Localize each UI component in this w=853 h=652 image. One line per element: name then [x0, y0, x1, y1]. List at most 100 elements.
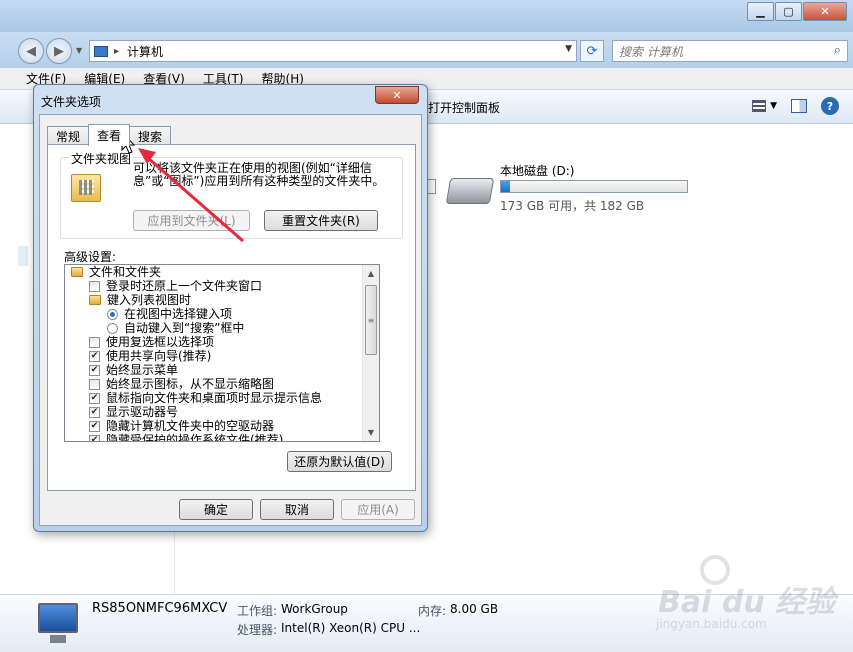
hard-drive-icon	[445, 178, 495, 204]
settings-item[interactable]: 在视图中选择键入项	[65, 307, 363, 321]
settings-item[interactable]: 使用复选框以选择项	[65, 335, 363, 349]
folder-view-icon	[71, 174, 101, 202]
checkbox[interactable]	[89, 378, 100, 390]
apply-to-folders-button[interactable]: 应用到文件夹(L)	[133, 210, 250, 231]
dialog-title: 文件夹选项	[41, 95, 102, 109]
folder-icon	[89, 295, 101, 305]
drive-c-progress-partial	[428, 179, 436, 194]
radio-button[interactable]	[107, 308, 118, 320]
view-options-chevron-icon[interactable]: ▼	[770, 101, 777, 111]
settings-item-label: 登录时还原上一个文件夹窗口	[106, 279, 263, 293]
computer-monitor-icon	[38, 603, 78, 643]
refresh-button[interactable]: ⟳	[580, 40, 604, 62]
settings-item[interactable]: 自动键入到“搜索”框中	[65, 321, 363, 335]
forward-button[interactable]: ▶	[46, 38, 72, 64]
address-input[interactable]: ▸ 计算机 ▼	[89, 40, 577, 62]
refresh-icon: ⟳	[586, 43, 598, 59]
checkbox[interactable]: ✔	[89, 350, 100, 362]
advanced-settings-items: 文件和文件夹 登录时还原上一个文件夹窗口 键入列表视图时 在视图中选择键入项 自动键入到…	[65, 265, 363, 442]
settings-item-label: 始终显示菜单	[106, 363, 179, 377]
tab-general[interactable]: 常规	[47, 126, 90, 145]
window-controls: ▁ ▢ ✕	[746, 2, 847, 21]
reset-folders-button[interactable]: 重置文件夹(R)	[264, 210, 378, 231]
close-icon: ✕	[392, 88, 402, 102]
restore-defaults-button[interactable]: 还原为默认值(D)	[287, 451, 392, 472]
settings-item-label: 自动键入到“搜索”框中	[124, 321, 245, 335]
drive-usage-fill	[501, 181, 511, 192]
folder-views-description: 可以将该文件夹正在使用的视图(例如“详细信息”或“图标”)应用到所有这种类型的文…	[133, 161, 385, 188]
folder-options-dialog: 文件夹选项 ✕ 常规 查看 搜索 文件夹视图 可以将该文件夹正在使用的视图(例如…	[33, 84, 428, 532]
checkbox[interactable]: ✔	[89, 434, 100, 441]
baidu-watermark: Bai du 经验 jingyan.baidu.com	[640, 555, 840, 635]
drive-name: 本地磁盘 (D:)	[500, 164, 575, 178]
computer-icon	[94, 45, 108, 57]
view-tab-panel: 文件夹视图 可以将该文件夹正在使用的视图(例如“详细信息”或“图标”)应用到所有…	[47, 144, 416, 491]
settings-item-label: 始终显示图标，从不显示缩略图	[106, 377, 275, 391]
search-placeholder: 搜索 计算机	[619, 44, 683, 59]
back-button[interactable]: ◀	[18, 38, 44, 64]
tab-search[interactable]: 搜索	[129, 126, 172, 145]
tab-view[interactable]: 查看	[88, 124, 131, 146]
settings-item-label: 键入列表视图时	[107, 293, 192, 307]
settings-item[interactable]: 登录时还原上一个文件夹窗口	[65, 279, 363, 293]
search-input[interactable]: 搜索 计算机 ⌕	[612, 40, 848, 62]
memory-label: 内存:	[418, 604, 447, 618]
settings-item[interactable]: ✔ 鼠标指向文件夹和桌面项时显示提示信息	[65, 391, 363, 405]
address-bar-area: ◀ ▶ ▼ ▸ 计算机 ▼ ⟳ 搜索 计算机 ⌕	[0, 32, 853, 68]
breadcrumb-computer[interactable]: 计算机	[127, 43, 163, 60]
watermark-site: jingyan.baidu.com	[656, 617, 767, 631]
settings-item[interactable]: ✔ 隐藏受保护的操作系统文件(推荐)	[65, 433, 363, 442]
vertical-scrollbar[interactable]: ▲ ≡ ▼	[362, 265, 379, 441]
drive-free-space: 173 GB 可用，共 182 GB	[500, 199, 645, 213]
settings-item: 键入列表视图时	[65, 293, 363, 307]
settings-item-label: 使用共享向导(推荐)	[106, 349, 212, 363]
scroll-thumb[interactable]: ≡	[365, 285, 377, 355]
window-titlebar: ▁ ▢ ✕	[0, 0, 853, 32]
minimize-button[interactable]: ▁	[747, 2, 774, 21]
watermark-brand: Bai du 经验	[658, 585, 836, 620]
checkbox[interactable]	[89, 280, 100, 292]
cpu-value: Intel(R) Xeon(R) CPU ...	[281, 621, 421, 635]
workgroup-value: WorkGroup	[281, 602, 348, 616]
checkbox[interactable]	[89, 336, 100, 348]
cpu-label: 处理器:	[237, 623, 278, 637]
ok-button[interactable]: 确定	[179, 499, 253, 520]
settings-item[interactable]: 始终显示图标，从不显示缩略图	[65, 377, 363, 391]
breadcrumb-separator-icon[interactable]: ▸	[114, 46, 119, 57]
drive-d-tile[interactable]: 本地磁盘 (D:) 173 GB 可用，共 182 GB	[445, 160, 708, 220]
settings-item-label: 隐藏受保护的操作系统文件(推荐)	[106, 433, 284, 442]
cancel-button[interactable]: 取消	[260, 499, 334, 520]
address-dropdown-icon[interactable]: ▼	[565, 44, 572, 54]
search-icon[interactable]: ⌕	[834, 43, 841, 58]
settings-item[interactable]: ✔ 始终显示菜单	[65, 363, 363, 377]
help-icon[interactable]: ?	[821, 97, 839, 115]
apply-button[interactable]: 应用(A)	[341, 499, 415, 520]
preview-pane-icon[interactable]	[791, 99, 807, 113]
radio-button[interactable]	[107, 322, 118, 334]
open-control-panel-button[interactable]: 打开控制面板	[428, 99, 500, 116]
settings-item: 文件和文件夹	[65, 265, 363, 279]
memory-value: 8.00 GB	[450, 602, 499, 616]
close-button[interactable]: ✕	[803, 2, 847, 21]
maximize-button[interactable]: ▢	[775, 2, 802, 21]
advanced-settings-list[interactable]: 文件和文件夹 登录时还原上一个文件夹窗口 键入列表视图时 在视图中选择键入项 自动键入到…	[64, 264, 380, 442]
checkbox[interactable]: ✔	[89, 420, 100, 432]
settings-item-label: 使用复选框以选择项	[106, 335, 215, 349]
scroll-up-icon[interactable]: ▲	[363, 265, 379, 282]
settings-item[interactable]: ✔ 显示驱动器号	[65, 405, 363, 419]
folder-icon	[71, 267, 83, 277]
settings-item[interactable]: ✔ 使用共享向导(推荐)	[65, 349, 363, 363]
recent-pages-chevron-icon[interactable]: ▼	[76, 46, 82, 55]
settings-item-label: 隐藏计算机文件夹中的空驱动器	[106, 419, 275, 433]
checkbox[interactable]: ✔	[89, 364, 100, 376]
folder-views-group: 文件夹视图 可以将该文件夹正在使用的视图(例如“详细信息”或“图标”)应用到所有…	[60, 150, 403, 239]
settings-item-label: 文件和文件夹	[89, 265, 162, 279]
nav-selection-highlight	[18, 246, 28, 266]
change-view-icon[interactable]	[752, 100, 767, 112]
dialog-close-button[interactable]: ✕	[375, 86, 419, 104]
settings-item[interactable]: ✔ 隐藏计算机文件夹中的空驱动器	[65, 419, 363, 433]
checkbox[interactable]: ✔	[89, 392, 100, 404]
scroll-down-icon[interactable]: ▼	[363, 424, 379, 441]
settings-item-label: 鼠标指向文件夹和桌面项时显示提示信息	[106, 391, 323, 405]
checkbox[interactable]: ✔	[89, 406, 100, 418]
